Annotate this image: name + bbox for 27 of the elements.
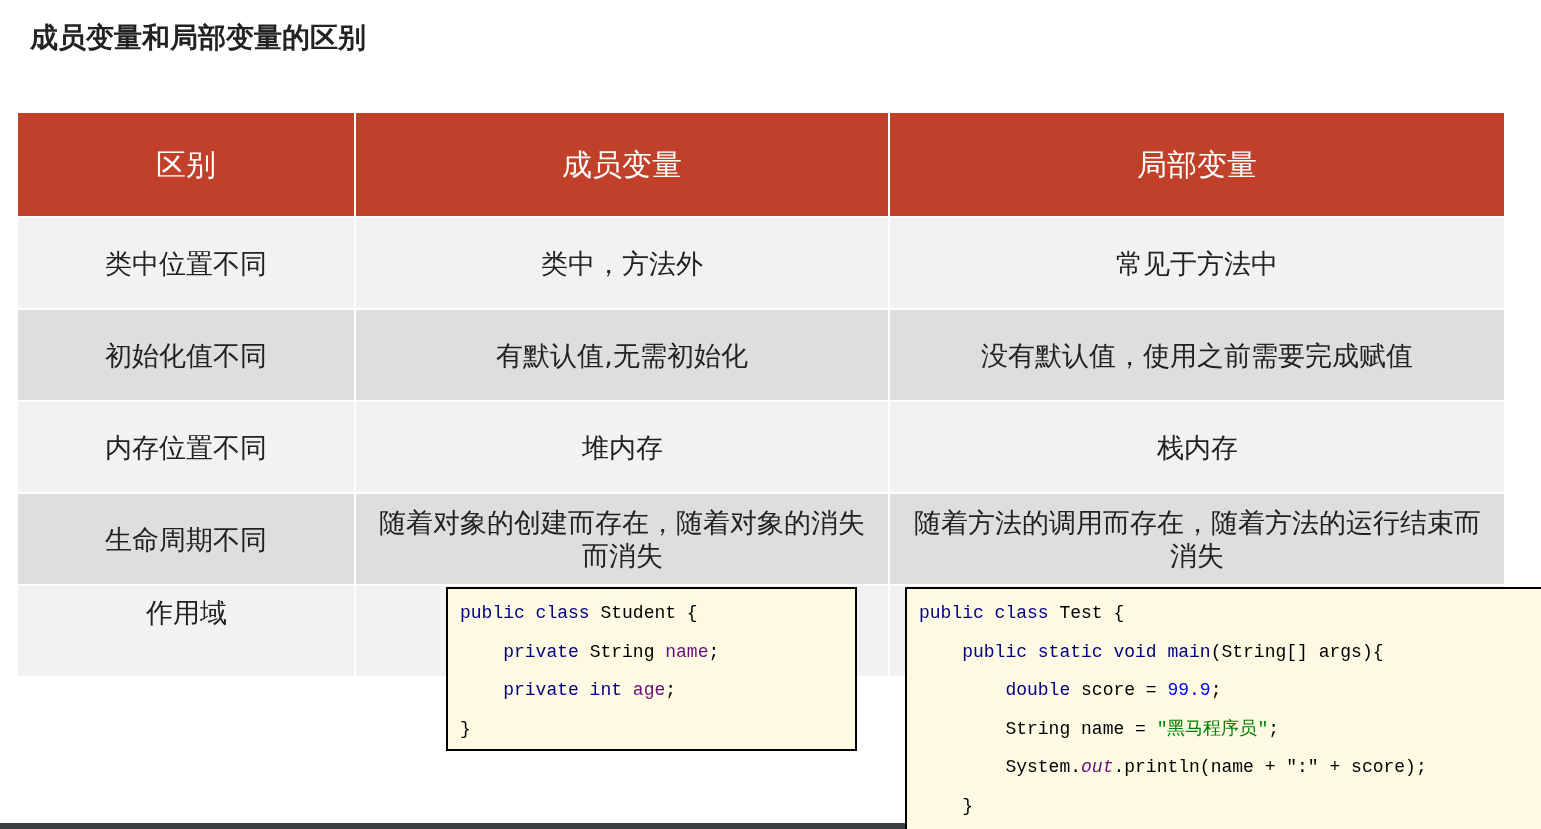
code-line: } (460, 717, 471, 741)
table-cell: 栈内存 (890, 402, 1504, 492)
code-line: String name = "黑马程序员"; (1004, 717, 1280, 741)
column-header: 区别 (18, 113, 354, 216)
code-line: public class Student { (460, 602, 698, 625)
table-cell: 堆内存 (356, 402, 888, 492)
table-cell: 没有默认值，使用之前需要完成赋值 (890, 310, 1504, 400)
table-cell: 内存位置不同 (18, 402, 354, 492)
table-cell: 作用域 (18, 586, 354, 676)
column-header: 局部变量 (890, 113, 1504, 216)
table-cell: 常见于方法中 (890, 218, 1504, 308)
column-header: 成员变量 (356, 113, 888, 216)
code-line: double score = 99.9; (1004, 679, 1222, 702)
code-line: private int age; (502, 679, 677, 702)
code-line: } (961, 794, 973, 818)
table-cell: 有默认值,无需初始化 (356, 310, 888, 400)
code-line: public static void main(String[] args){ (961, 640, 1384, 664)
table-cell: 生命周期不同 (18, 494, 354, 584)
table-cell: 类中，方法外 (356, 218, 888, 308)
code-line: public class Test { (919, 602, 1125, 625)
code-line: System.out.println(name + ":" + score); (1004, 756, 1427, 779)
slide-title: 成员变量和局部变量的区别 (30, 20, 366, 54)
table-cell: 随着方法的调用而存在，随着方法的运行结束而消失 (890, 494, 1504, 584)
table-cell: 类中位置不同 (18, 218, 354, 308)
table-cell: 初始化值不同 (18, 310, 354, 400)
table-cell: 随着对象的创建而存在，随着对象的消失而消失 (356, 494, 888, 584)
code-line: private String name; (502, 640, 720, 664)
